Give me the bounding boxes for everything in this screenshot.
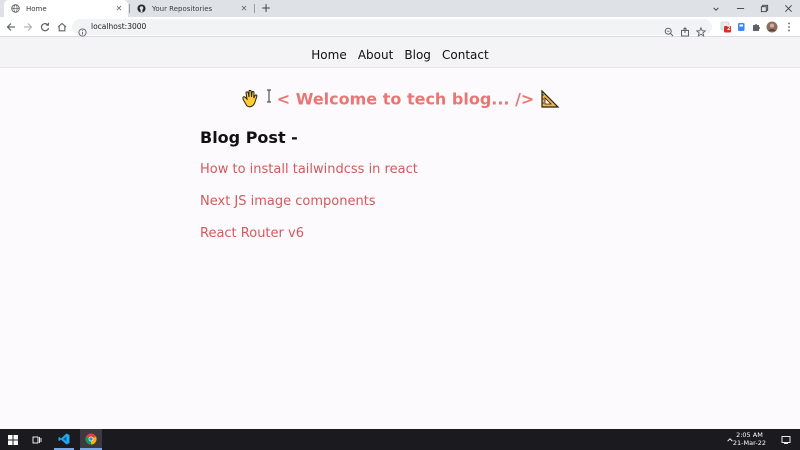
tab-title: Home bbox=[26, 4, 47, 13]
nav-link-about[interactable]: About bbox=[358, 48, 393, 62]
tab-search-icon[interactable] bbox=[704, 0, 728, 17]
profile-avatar[interactable] bbox=[764, 19, 780, 35]
extensions-puzzle-icon[interactable] bbox=[748, 19, 764, 35]
bookmark-star-icon[interactable] bbox=[695, 22, 707, 37]
clock-date: 21-Mar-22 bbox=[732, 439, 766, 447]
chrome-icon[interactable] bbox=[80, 429, 102, 450]
post-link[interactable]: How to install tailwindcss in react bbox=[200, 162, 418, 177]
globe-icon bbox=[11, 4, 20, 13]
list-item: Next JS image components bbox=[200, 190, 418, 222]
close-window-button[interactable] bbox=[776, 0, 800, 17]
tab-strip: Home ✕ Your Repositories ✕ + bbox=[0, 0, 800, 17]
welcome-heading: < Welcome to tech blog... /> bbox=[0, 88, 800, 110]
list-item: React Router v6 bbox=[200, 222, 418, 254]
nav-link-blog[interactable]: Blog bbox=[404, 48, 431, 62]
site-navbar: Home About Blog Contact bbox=[0, 37, 800, 68]
waving-hand-icon bbox=[239, 88, 261, 110]
github-icon bbox=[137, 4, 146, 13]
back-arrow-icon[interactable] bbox=[3, 19, 19, 35]
reload-icon[interactable] bbox=[37, 19, 53, 35]
tab-separator bbox=[129, 4, 130, 13]
site-info-icon[interactable] bbox=[78, 22, 87, 37]
list-item: How to install tailwindcss in react bbox=[200, 158, 418, 190]
extension-icon[interactable] bbox=[733, 19, 749, 35]
notification-icon[interactable] bbox=[776, 429, 796, 450]
tab-close-icon[interactable]: ✕ bbox=[239, 4, 249, 13]
windows-start-icon[interactable] bbox=[4, 429, 22, 450]
zoom-icon[interactable] bbox=[664, 22, 674, 37]
tab-close-icon[interactable]: ✕ bbox=[114, 4, 124, 13]
home-icon[interactable] bbox=[54, 19, 70, 35]
taskbar-clock[interactable]: 2:05 AM 21-Mar-22 bbox=[733, 431, 766, 447]
triangular-ruler-icon bbox=[539, 88, 561, 110]
task-view-icon[interactable] bbox=[28, 429, 46, 450]
post-link[interactable]: React Router v6 bbox=[200, 226, 304, 241]
extension-badge-count: 2 bbox=[727, 26, 731, 32]
blog-post-list: How to install tailwindcss in react Next… bbox=[200, 158, 418, 254]
minimize-button[interactable] bbox=[728, 0, 752, 17]
nav-link-contact[interactable]: Contact bbox=[442, 48, 489, 62]
browser-toolbar: localhost:3000 2 bbox=[0, 17, 800, 37]
nav-links: Home About Blog Contact bbox=[0, 44, 800, 63]
address-bar[interactable]: localhost:3000 bbox=[72, 19, 712, 37]
restore-button[interactable] bbox=[752, 0, 776, 17]
forward-arrow-icon[interactable] bbox=[20, 19, 36, 35]
menu-kebab-icon[interactable] bbox=[781, 19, 797, 35]
tab-separator bbox=[254, 4, 255, 13]
share-icon[interactable] bbox=[680, 22, 690, 37]
tab-your-repositories[interactable]: Your Repositories ✕ bbox=[131, 0, 253, 17]
nav-link-home[interactable]: Home bbox=[311, 48, 346, 62]
blog-post-heading: Blog Post - bbox=[200, 128, 298, 147]
text-cursor-icon bbox=[266, 88, 272, 110]
tab-title: Your Repositories bbox=[152, 4, 213, 13]
extension-badge-icon[interactable]: 2 bbox=[718, 19, 734, 35]
windows-taskbar: 2:05 AM 21-Mar-22 bbox=[0, 429, 800, 450]
post-link[interactable]: Next JS image components bbox=[200, 194, 376, 209]
new-tab-button[interactable]: + bbox=[259, 1, 273, 16]
vscode-icon[interactable] bbox=[54, 429, 74, 450]
url-text: localhost:3000 bbox=[91, 22, 147, 31]
tab-home[interactable]: Home ✕ bbox=[4, 0, 128, 17]
welcome-text: < Welcome to tech blog... /> bbox=[276, 89, 535, 109]
clock-time: 2:05 AM bbox=[736, 431, 763, 439]
